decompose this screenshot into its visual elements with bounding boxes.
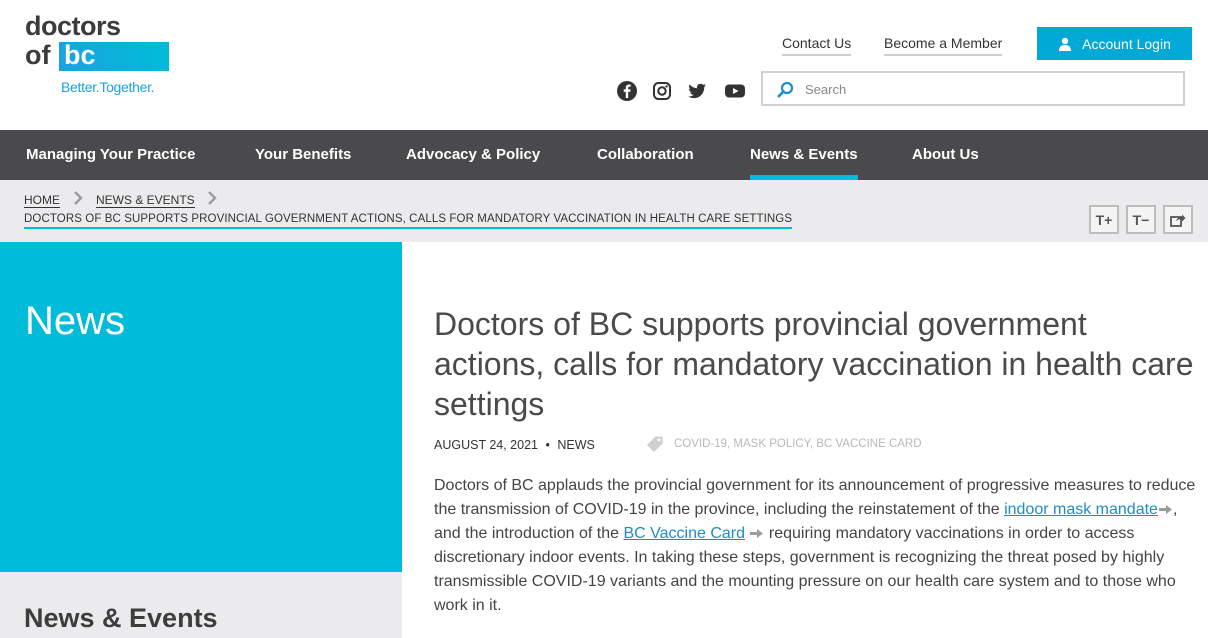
main-nav: Managing Your Practice Your Benefits Adv… [0,130,1208,180]
meta-separator: • [545,438,550,452]
nav-item-news-events[interactable]: News & Events [750,130,858,180]
article-meta: AUGUST 24, 2021 • NEWS [434,438,595,452]
search-icon [777,81,794,98]
breadcrumb-home[interactable]: HOME [24,193,60,208]
logo-text-bc: bc [64,40,96,70]
user-icon [1059,37,1072,51]
article-body: Doctors of BC applauds the provincial go… [434,474,1199,618]
account-login-button[interactable]: Account Login [1037,27,1192,60]
chevron-right-icon [208,191,217,205]
site-header: doctors of bc Better.Together. Contact U… [0,0,1208,130]
bc-vaccine-card-link[interactable]: BC Vaccine Card [623,525,745,542]
logo-text-of: of [25,40,51,70]
share-icon [1170,214,1186,227]
doctors-of-bc-logo[interactable]: doctors of bc Better.Together. [25,12,175,102]
external-link-arrow-icon [1158,505,1172,514]
section-title: News [25,299,126,343]
account-login-label: Account Login [1082,35,1171,52]
section-banner [0,242,402,572]
nav-item-collaboration[interactable]: Collaboration [597,130,694,180]
nav-item-advocacy-policy[interactable]: Advocacy & Policy [406,130,540,180]
sidebar-heading: News & Events [24,603,218,633]
article-date: AUGUST 24, 2021 [434,438,538,452]
become-member-link[interactable]: Become a Member [884,35,1003,56]
twitter-icon[interactable] [686,80,708,102]
decrease-text-size-button[interactable]: T− [1126,205,1156,234]
logo-text-doctors: doctors [25,11,121,41]
logo-tagline: Better.Together. [61,79,155,95]
contact-us-link[interactable]: Contact Us [782,35,852,56]
instagram-icon[interactable] [651,80,673,102]
article-category[interactable]: NEWS [557,438,595,452]
breadcrumb-current-page[interactable]: DOCTORS OF BC SUPPORTS PROVINCIAL GOVERN… [24,213,793,229]
chevron-right-icon [74,191,83,205]
youtube-icon[interactable] [724,80,746,102]
nav-item-managing-your-practice[interactable]: Managing Your Practice [26,130,196,180]
breadcrumb-bar: HOME NEWS & EVENTS DOCTORS OF BC SUPPORT… [0,180,1208,242]
facebook-icon[interactable] [616,80,638,102]
breadcrumb-news-events[interactable]: NEWS & EVENTS [96,193,195,208]
increase-text-size-button[interactable]: T+ [1089,205,1119,234]
article-title: Doctors of BC supports provincial govern… [434,306,1194,422]
search-input[interactable] [805,79,1165,99]
article-tags[interactable]: COVID-19, MASK POLICY, BC VACCINE CARD [674,438,922,450]
nav-item-your-benefits[interactable]: Your Benefits [255,130,351,180]
nav-item-about-us[interactable]: About Us [912,130,979,180]
indoor-mask-mandate-link[interactable]: indoor mask mandate [1004,501,1158,518]
tag-icon [647,436,663,452]
search-box[interactable] [761,71,1185,106]
external-link-arrow-icon [750,529,764,538]
share-button[interactable] [1163,205,1193,234]
